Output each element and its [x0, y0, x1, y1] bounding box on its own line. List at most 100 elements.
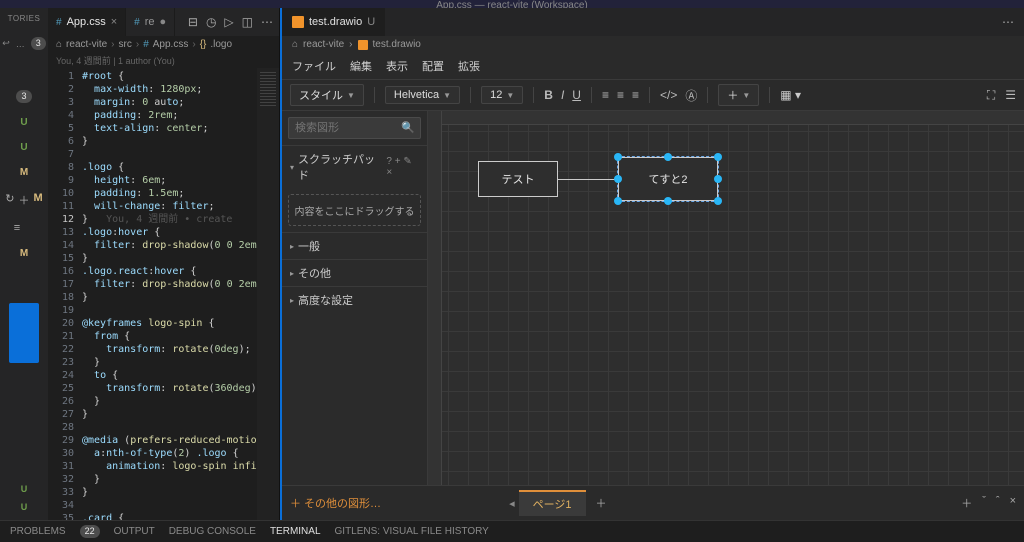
scratchpad-header[interactable]: ▾ スクラッチパッド ? + ✎ ×	[282, 145, 427, 188]
align-center-icon[interactable]: ≡	[617, 88, 624, 102]
close-icon[interactable]: ×	[111, 16, 117, 28]
menu-arrange[interactable]: 配置	[422, 58, 444, 74]
diagram-node-b[interactable]: てすと2	[618, 157, 718, 201]
format-panel-icon[interactable]: ☰	[1005, 88, 1016, 103]
scratchpad-dropzone[interactable]: 内容をここにドラッグする	[288, 194, 421, 226]
align-right-icon[interactable]: ≡	[632, 88, 639, 102]
css-icon: #	[134, 17, 140, 28]
close-icon[interactable]: ×	[1010, 495, 1016, 511]
chevron-down-icon[interactable]: ˆ	[996, 495, 1000, 511]
section-general[interactable]: ▸一般	[282, 232, 427, 259]
drawio-menubar: ファイル 編集 表示 配置 拡張	[282, 53, 1024, 79]
diagram-edge[interactable]	[558, 179, 618, 180]
menu-file[interactable]: ファイル	[292, 58, 336, 74]
bottom-panel: PROBLEMS 22 OUTPUT DEBUG CONSOLE TERMINA…	[0, 520, 1024, 542]
refresh-icon[interactable]: ↻	[5, 192, 14, 208]
tab-app-css[interactable]: # App.css ×	[48, 8, 126, 36]
chevron-up-icon[interactable]: ˇ	[982, 495, 986, 511]
table-icon[interactable]: ▦ ▾	[780, 88, 801, 102]
scm-status[interactable]: U	[21, 502, 28, 512]
align-left-icon[interactable]: ≡	[602, 88, 609, 102]
panel-problems[interactable]: PROBLEMS	[10, 526, 66, 537]
panel-terminal[interactable]: TERMINAL	[270, 526, 321, 537]
clear-format-icon[interactable]: Ⓐ	[685, 87, 697, 104]
modified-status: U	[367, 16, 375, 28]
drawio-icon	[358, 40, 368, 50]
run-icon[interactable]: ▷	[224, 15, 233, 29]
search-icon[interactable]: 🔍	[401, 121, 415, 134]
resize-handle[interactable]	[664, 153, 672, 161]
scm-status[interactable]: M	[20, 248, 28, 259]
zoom-out-icon[interactable]: ＋	[961, 495, 972, 511]
line-gutter: 1234567891011121314151617181920212223242…	[48, 68, 82, 520]
breadcrumb[interactable]: ⌂ react-vite › src › # App.css › {} .log…	[48, 36, 279, 53]
resize-handle[interactable]	[714, 153, 722, 161]
dirty-icon: ●	[159, 16, 166, 28]
resize-handle[interactable]	[714, 175, 722, 183]
list-icon[interactable]: ≡	[14, 222, 20, 234]
more-icon[interactable]: ⋯	[261, 15, 273, 29]
add-icon[interactable]: ＋	[19, 192, 30, 208]
gitlens-blame: You, 4 週間前 | 1 author (You)	[48, 53, 279, 68]
fontsize-select[interactable]: 12▼	[481, 86, 523, 104]
italic-icon[interactable]: I	[561, 88, 564, 102]
compare-icon[interactable]: ⊟	[188, 15, 198, 29]
menu-edit[interactable]: 編集	[350, 58, 372, 74]
panel-gitlens[interactable]: GITLENS: VISUAL FILE HISTORY	[335, 526, 489, 537]
ruler-horizontal	[428, 111, 1024, 125]
split-icon[interactable]: ◫	[242, 15, 253, 29]
changes-count-badge: 3	[31, 37, 46, 50]
activity-bar: TORIES ↩ … 3 3 U U M ↻ ＋ M ≡	[0, 8, 48, 520]
breadcrumb[interactable]: ⌂ react-vite › test.drawio	[282, 36, 1024, 53]
scm-badge: 3	[16, 90, 31, 103]
scm-status[interactable]: U	[20, 142, 27, 153]
more-icon[interactable]: …	[16, 39, 25, 49]
timeline-icon[interactable]: ◷	[206, 15, 216, 29]
tab-test-drawio[interactable]: test.drawio U	[282, 8, 385, 36]
editor-left: # App.css × # re ● ⊟ ◷ ▷ ◫ ⋯ ⌂	[48, 8, 280, 520]
window-title: App.css — react-vite (Workspace)	[436, 0, 588, 8]
css-icon: #	[56, 17, 62, 28]
underline-icon[interactable]: U	[572, 88, 581, 102]
add-shape-button[interactable]: ＋▼	[718, 84, 759, 106]
scratchpad-tools[interactable]: ? + ✎ ×	[386, 156, 419, 178]
editor-right-drawio: test.drawio U ⋯ ⌂ react-vite › test.draw…	[280, 8, 1024, 520]
bold-icon[interactable]: B	[544, 88, 553, 102]
drawio-canvas[interactable]: テスト てすと2	[428, 111, 1024, 485]
scm-status[interactable]: U	[20, 117, 27, 128]
scm-status[interactable]: U	[21, 484, 28, 494]
more-shapes-button[interactable]: ＋ その他の図形…	[290, 495, 381, 511]
section-misc[interactable]: ▸その他	[282, 259, 427, 286]
tab-actions: ⊟ ◷ ▷ ◫ ⋯	[182, 15, 279, 29]
code-icon[interactable]: </>	[660, 88, 677, 102]
font-select[interactable]: Helvetica▼	[385, 86, 460, 104]
drawio-pagebar: ＋ その他の図形… ◂ ページ1 ＋ ＋ ˇ ˆ ×	[282, 485, 1024, 520]
panel-output[interactable]: OUTPUT	[114, 526, 155, 537]
style-select[interactable]: スタイル▼	[290, 84, 364, 106]
resize-handle[interactable]	[614, 175, 622, 183]
tab-secondary[interactable]: # re ●	[126, 8, 175, 36]
code-editor[interactable]: #root { max-width: 1280px; margin: 0 aut…	[82, 68, 279, 520]
menu-extras[interactable]: 拡張	[458, 58, 480, 74]
symbol-icon: {}	[200, 39, 207, 50]
fullscreen-icon[interactable]: ⛶	[987, 88, 995, 103]
drawio-toolbar: スタイル▼ Helvetica▼ 12▼ B I U ≡ ≡ ≡	[282, 79, 1024, 111]
menu-view[interactable]: 表示	[386, 58, 408, 74]
page-tab[interactable]: ページ1	[519, 490, 586, 516]
undo-icon[interactable]: ↩	[2, 38, 10, 49]
drawio-icon	[292, 16, 304, 28]
resize-handle[interactable]	[714, 197, 722, 205]
panel-debug-console[interactable]: DEBUG CONSOLE	[169, 526, 256, 537]
minimap[interactable]	[257, 68, 279, 520]
resize-handle[interactable]	[664, 197, 672, 205]
css-icon: #	[143, 39, 149, 50]
scm-status[interactable]: M	[20, 167, 28, 178]
diagram-node-a[interactable]: テスト	[478, 161, 558, 197]
active-file-marker	[9, 303, 39, 363]
section-advanced[interactable]: ▸高度な設定	[282, 286, 427, 313]
resize-handle[interactable]	[614, 197, 622, 205]
scm-status[interactable]: M	[34, 192, 43, 208]
resize-handle[interactable]	[614, 153, 622, 161]
add-page-button[interactable]: ＋	[590, 495, 613, 511]
more-icon[interactable]: ⋯	[992, 15, 1024, 29]
